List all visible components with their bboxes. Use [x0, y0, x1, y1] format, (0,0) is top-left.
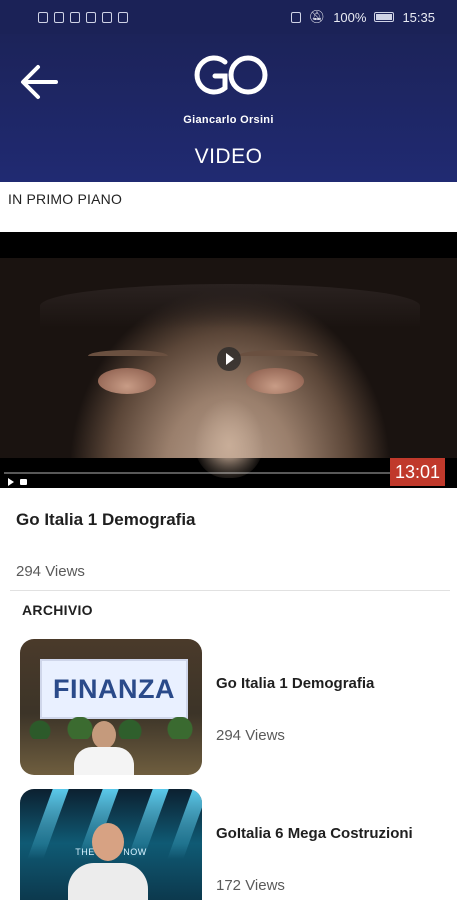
app-header: Giancarlo Orsini VIDEO [0, 34, 457, 182]
section-label-archive: ARCHIVIO [22, 602, 93, 618]
featured-video-views: 294 Views [16, 563, 85, 580]
notification-off-icon: 🔕︎ [308, 9, 326, 24]
back-button[interactable] [18, 62, 60, 102]
control-play-icon[interactable] [8, 478, 14, 486]
video-thumbnail: THE FU S NOW [20, 789, 202, 900]
divider [10, 590, 450, 591]
volume-icon[interactable] [20, 479, 27, 485]
clock: 15:35 [402, 9, 435, 25]
video-duration-badge: 13:01 [389, 458, 445, 486]
photo-icon [86, 11, 96, 23]
status-system-icons: 🔕︎ 100% 15:35 [290, 9, 435, 25]
video-progress-bar[interactable] [4, 472, 397, 474]
page-title: VIDEO [194, 145, 263, 168]
archive-item-views: 172 Views [216, 877, 285, 894]
go-logo [194, 55, 268, 95]
section-label-featured: IN PRIMO PIANO [8, 191, 123, 207]
archive-list-item[interactable]: FINANZA Go Italia 1 Demografia 294 Views [20, 639, 440, 775]
archive-item-views: 294 Views [216, 727, 285, 744]
sim-icon [38, 11, 48, 23]
archive-list-item[interactable]: THE FU S NOW GoItalia 6 Mega Costruzioni… [20, 789, 440, 900]
screen-icon [70, 11, 80, 23]
video-controls [0, 458, 457, 488]
back-arrow-icon [21, 65, 58, 99]
archive-item-title: GoItalia 6 Mega Costruzioni [216, 825, 413, 842]
brand-name: Giancarlo Orsini [183, 114, 274, 126]
battery-icon [374, 12, 395, 22]
app-icon [118, 11, 128, 23]
featured-video-title[interactable]: Go Italia 1 Demografia [16, 510, 196, 530]
usb-icon [102, 11, 112, 23]
video-thumbnail: FINANZA [20, 639, 202, 775]
battery-percent: 100% [333, 9, 367, 25]
nfc-icon [290, 11, 301, 23]
status-notification-icons [38, 11, 128, 23]
wifi-icon [54, 11, 64, 23]
archive-item-title: Go Italia 1 Demografia [216, 675, 375, 692]
play-icon[interactable] [217, 347, 241, 371]
status-bar: 🔕︎ 100% 15:35 [0, 0, 457, 34]
thumbnail-text: FINANZA [53, 673, 175, 704]
